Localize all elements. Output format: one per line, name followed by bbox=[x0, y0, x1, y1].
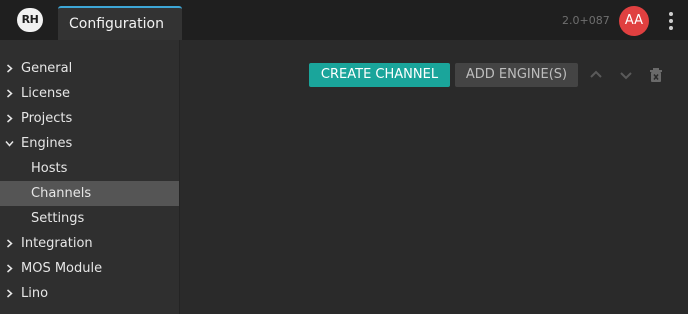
tab-configuration[interactable]: Configuration bbox=[58, 6, 182, 42]
add-engines-button[interactable]: ADD ENGINE(S) bbox=[455, 63, 578, 87]
top-bar: RH Configuration 2.0+087 AA bbox=[0, 0, 688, 42]
sidebar-item-channels[interactable]: Channels bbox=[0, 181, 179, 206]
sidebar-item-settings[interactable]: Settings bbox=[0, 206, 179, 231]
sidebar-item-integration[interactable]: Integration bbox=[0, 231, 179, 256]
chevron-right-icon bbox=[7, 89, 13, 98]
chevron-right-icon bbox=[7, 289, 13, 298]
chevron-right-icon bbox=[7, 114, 13, 123]
user-avatar[interactable]: AA bbox=[619, 6, 649, 36]
sidebar-item-label: MOS Module bbox=[21, 261, 103, 276]
version-label: 2.0+087 bbox=[562, 14, 610, 27]
sidebar-item-hosts[interactable]: Hosts bbox=[0, 156, 179, 181]
chevron-right-icon bbox=[7, 64, 13, 73]
chevron-right-icon bbox=[7, 264, 13, 273]
sidebar-item-general[interactable]: General bbox=[0, 56, 179, 81]
chevron-right-icon bbox=[7, 239, 13, 248]
create-channel-button[interactable]: CREATE CHANNEL bbox=[309, 63, 450, 87]
sidebar-item-label: Channels bbox=[31, 186, 92, 201]
chevron-down-icon bbox=[5, 141, 14, 147]
sidebar-item-license[interactable]: License bbox=[0, 81, 179, 106]
sidebar-item-label: Hosts bbox=[31, 161, 68, 176]
sidebar-item-label: Settings bbox=[31, 211, 85, 226]
sidebar-item-mos-module[interactable]: MOS Module bbox=[0, 256, 179, 281]
trash-icon[interactable] bbox=[647, 66, 665, 84]
chevron-down-icon[interactable] bbox=[617, 66, 635, 84]
sidebar-item-label: License bbox=[21, 86, 71, 101]
sidebar-item-projects[interactable]: Projects bbox=[0, 106, 179, 131]
sidebar-item-label: Lino bbox=[21, 286, 49, 301]
sidebar: General License Projects Engines Hosts C… bbox=[0, 40, 180, 314]
chevron-up-icon[interactable] bbox=[587, 66, 605, 84]
sidebar-item-label: Projects bbox=[21, 111, 73, 126]
app-logo: RH bbox=[17, 8, 43, 32]
tab-label: Configuration bbox=[69, 16, 164, 32]
sidebar-item-engines[interactable]: Engines bbox=[0, 131, 179, 156]
more-menu-icon[interactable] bbox=[666, 12, 676, 30]
sidebar-item-label: Engines bbox=[21, 136, 73, 151]
sidebar-item-label: Integration bbox=[21, 236, 93, 251]
sidebar-item-lino[interactable]: Lino bbox=[0, 281, 179, 306]
sidebar-item-label: General bbox=[21, 61, 73, 76]
